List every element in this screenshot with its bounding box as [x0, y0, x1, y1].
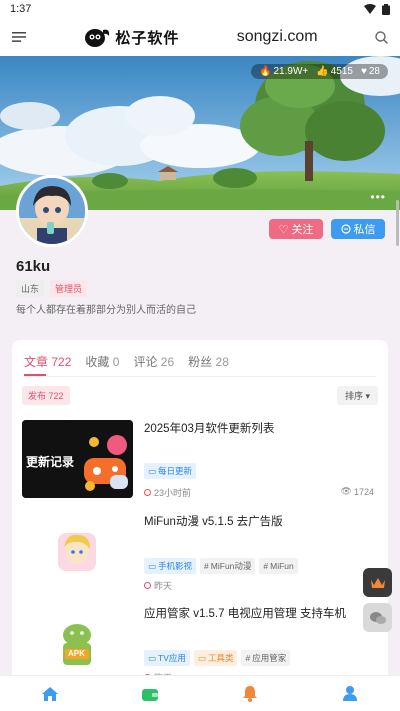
category-tag[interactable]: ▭ 手机影视: [144, 558, 197, 574]
message-button[interactable]: 私信: [331, 219, 385, 239]
keyword-tag[interactable]: # MiFun动漫: [200, 558, 256, 574]
post-time: 昨天: [144, 579, 172, 592]
clock-icon: [144, 582, 151, 589]
wallet-icon: [142, 688, 158, 701]
folder-icon: ▭: [197, 652, 206, 663]
menu-icon[interactable]: [12, 31, 26, 43]
nav-notifications[interactable]: [230, 676, 270, 711]
post-time: 23小时前: [144, 486, 191, 499]
category-tag[interactable]: ▭ 每日更新: [144, 463, 197, 479]
category-tag[interactable]: ▭ TV应用: [144, 650, 190, 666]
list-item[interactable]: 更新记录 2025年03月软件更新列表 ▭ 每日更新 23小时前 👁 1724: [22, 420, 378, 500]
user-icon: [343, 686, 357, 701]
hash-icon: #: [245, 653, 251, 663]
thumb-up-icon: 👍: [316, 66, 329, 77]
android-apk-image: [22, 605, 133, 680]
post-title[interactable]: 2025年03月软件更新列表: [144, 420, 274, 436]
folder-icon: ▭: [148, 652, 157, 663]
profile-tags: 山东 管理员: [16, 280, 88, 297]
tab-favorites[interactable]: 收藏 0: [85, 353, 119, 376]
nav-profile[interactable]: [330, 676, 370, 711]
app-bar: 松子软件 songzi.com: [0, 18, 400, 56]
profile-stats: 🔥 21.9W+ 👍 4515 ♥ 28: [251, 64, 388, 79]
crown-icon: [370, 577, 385, 588]
heart-outline-icon: ♡: [278, 223, 289, 236]
vip-crown-button[interactable]: [363, 568, 392, 597]
post-views: 👁 1724: [340, 486, 374, 497]
wechat-icon: [369, 611, 386, 624]
post-categories: ▭ 手机影视 # MiFun动漫 # MiFun: [144, 558, 298, 574]
hash-icon: #: [263, 561, 269, 571]
mifun-app-icon-image: [22, 513, 133, 591]
post-title[interactable]: 应用管家 v1.5.7 电视应用管理 支持车机: [144, 605, 346, 621]
status-bar: 1:37: [0, 0, 400, 18]
username: 61ku: [16, 258, 51, 275]
wechat-button[interactable]: [363, 603, 392, 632]
publish-count-badge[interactable]: 发布 722: [22, 385, 70, 405]
follow-button[interactable]: ♡ 关注: [269, 219, 323, 239]
list-item[interactable]: MiFun动漫 v5.1.5 去广告版 ▭ 手机影视 # MiFun动漫 # MiFu…: [22, 513, 386, 593]
avatar-image: [19, 178, 85, 244]
post-title[interactable]: MiFun动漫 v5.1.5 去广告版: [144, 513, 283, 529]
heart-icon: ♥: [360, 66, 367, 77]
scrollbar[interactable]: [396, 200, 399, 246]
thumbnail-caption: APK: [68, 649, 85, 658]
post-categories: ▭ TV应用 ▭ 工具类 # 应用管家: [144, 650, 291, 666]
squirrel-logo-icon: [85, 29, 110, 47]
more-icon[interactable]: •••: [370, 190, 386, 204]
search-icon[interactable]: [375, 30, 388, 44]
status-time: 1:37: [10, 3, 32, 15]
favorites-stat: ♥ 28: [360, 66, 380, 77]
home-icon: [42, 686, 58, 701]
clock-icon: [144, 489, 151, 496]
eye-icon: 👁: [340, 486, 352, 496]
list-item[interactable]: APK 应用管家 v1.5.7 电视应用管理 支持车机 ▭ TV应用 ▭ 工具类 #…: [22, 605, 378, 680]
post-categories: ▭ 每日更新: [144, 463, 197, 479]
app-brand-sub: songzi.com: [236, 28, 318, 45]
sort-button[interactable]: 排序 ▾: [336, 385, 378, 405]
chat-icon: [340, 224, 351, 234]
role-tag: 管理员: [50, 280, 88, 297]
folder-icon: ▭: [148, 465, 157, 476]
battery-icon: [382, 3, 390, 15]
bottom-nav: [0, 675, 400, 711]
keyword-tag[interactable]: # 应用管家: [241, 650, 291, 666]
status-icons: [364, 3, 390, 15]
folder-icon: ▭: [148, 560, 157, 571]
likes-stat: 👍 4515: [316, 66, 353, 77]
post-thumbnail[interactable]: 更新记录: [22, 420, 133, 498]
wifi-icon: [364, 4, 376, 14]
hash-icon: #: [204, 561, 209, 571]
list-toolbar: 发布 722 排序 ▾: [12, 377, 388, 413]
tab-comments[interactable]: 评论 26: [133, 353, 174, 376]
content-tabs: 文章 722 收藏 0 评论 26 粉丝 28: [12, 340, 388, 376]
bell-icon: [243, 686, 257, 702]
thumbnail-caption: 更新记录: [26, 455, 75, 469]
category-tag[interactable]: ▭ 工具类: [193, 650, 238, 666]
app-brand: 松子软件: [115, 29, 180, 47]
avatar[interactable]: [16, 175, 88, 247]
post-thumbnail[interactable]: APK: [22, 605, 133, 680]
tab-fans[interactable]: 粉丝 28: [188, 353, 229, 376]
profile-bio: 每个人都存在着那部分为别人而活的自己: [16, 305, 196, 316]
content-card: 文章 722 收藏 0 评论 26 粉丝 28 发布 722 排序 ▾ 更新记录…: [12, 340, 388, 680]
nav-home[interactable]: [30, 676, 70, 711]
post-thumbnail[interactable]: [22, 513, 133, 591]
keyword-tag[interactable]: # MiFun: [259, 558, 298, 574]
tab-articles[interactable]: 文章 722: [24, 353, 71, 376]
app-logo[interactable]: 松子软件: [83, 26, 179, 48]
flame-icon: 🔥: [259, 66, 272, 77]
location-tag: 山东: [16, 280, 45, 297]
heat-stat: 🔥 21.9W+: [259, 66, 309, 77]
nav-wallet[interactable]: [130, 676, 170, 711]
